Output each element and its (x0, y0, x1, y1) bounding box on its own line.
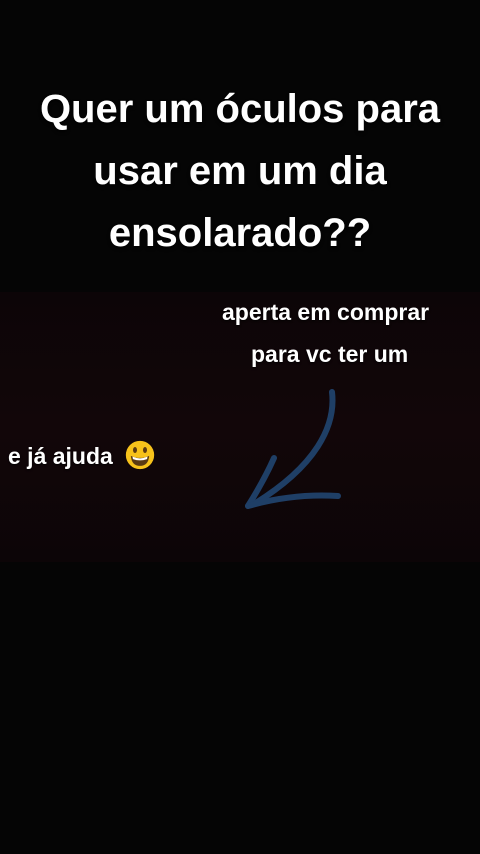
headline-text: Quer um óculos para usar em um dia ensol… (0, 78, 480, 264)
caption-line-3-group: e já ajuda (8, 440, 155, 470)
grinning-face-icon (126, 440, 155, 470)
caption-line-2: para vc ter um (251, 341, 409, 367)
headline-line-3: ensolarado?? (108, 211, 372, 255)
hand-drawn-arrow-icon (245, 389, 341, 509)
headline-line-1: Quer um óculos para (39, 87, 441, 131)
headline-line-2: usar em um dia (93, 149, 387, 193)
video-screen: Quer um óculos para usar em um dia ensol… (0, 0, 480, 854)
caption-line-1: aperta em comprar (222, 299, 430, 325)
caption-line-3: e já ajuda (8, 443, 113, 469)
